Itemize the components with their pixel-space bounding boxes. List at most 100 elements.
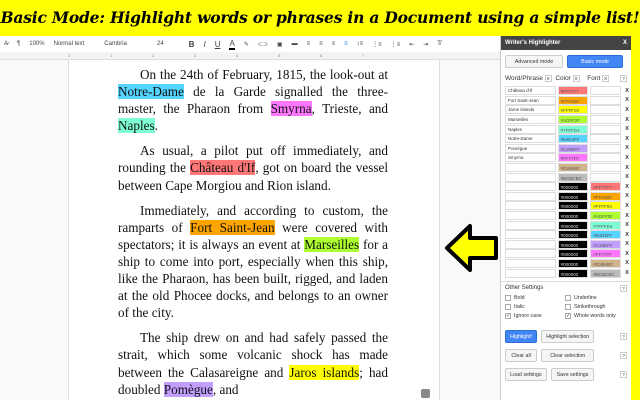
spellcheck-icon[interactable]: A̷ xyxy=(4,41,8,47)
font-color-input[interactable] xyxy=(590,86,622,96)
color-input[interactable]: #000000 xyxy=(557,211,589,221)
delete-row-button[interactable]: X xyxy=(623,107,631,113)
word-input[interactable] xyxy=(505,258,556,268)
word-input[interactable] xyxy=(505,230,556,240)
word-input[interactable] xyxy=(505,220,556,230)
word-input[interactable] xyxy=(505,163,556,173)
color-input[interactable]: #000000 xyxy=(557,220,589,230)
color-input[interactable]: #FFFF00 xyxy=(557,105,589,115)
font-color-input[interactable]: #FF7777 xyxy=(590,182,622,192)
color-input[interactable]: #000000 xyxy=(557,268,589,278)
align-right-icon[interactable]: ≡ xyxy=(332,41,336,47)
word-input[interactable] xyxy=(505,211,556,221)
strikethrough-checkbox[interactable]: Strikethrough xyxy=(565,303,625,312)
word-input[interactable]: Marseilles xyxy=(505,115,556,125)
numbered-list-icon[interactable]: ⋮≡ xyxy=(372,41,382,48)
word-input[interactable]: Pomègue xyxy=(505,143,556,153)
delete-row-button[interactable]: X xyxy=(623,165,631,171)
delete-row-button[interactable]: X xyxy=(623,232,631,238)
word-input[interactable] xyxy=(505,172,556,182)
delete-row-button[interactable]: X xyxy=(623,155,631,161)
delete-row-button[interactable]: X xyxy=(623,145,631,151)
delete-row-button[interactable]: X xyxy=(623,213,631,219)
clear-colors-button[interactable]: X xyxy=(572,75,580,82)
load-save-help-button[interactable]: ? xyxy=(620,370,627,378)
delete-row-button[interactable]: X xyxy=(623,222,631,228)
document-page[interactable]: On the 24th of February, 1815, the look-… xyxy=(68,60,440,400)
image-icon[interactable]: ▬ xyxy=(292,41,298,47)
add-comment-icon[interactable] xyxy=(421,389,430,398)
italic-button[interactable]: I xyxy=(203,40,205,49)
font-size-select[interactable]: 24 xyxy=(157,41,164,47)
color-input[interactable]: #000000 xyxy=(557,230,589,240)
color-input[interactable]: #000000 xyxy=(557,239,589,249)
word-input[interactable] xyxy=(505,182,556,192)
delete-row-button[interactable]: X xyxy=(623,193,631,199)
delete-row-button[interactable]: X xyxy=(623,126,631,132)
word-input[interactable] xyxy=(505,191,556,201)
clear-format-icon[interactable]: T̸ xyxy=(437,41,441,47)
color-input[interactable]: #000000 xyxy=(557,182,589,192)
italic-checkbox[interactable]: Italic xyxy=(505,303,565,312)
highlight-color-icon[interactable]: ✎ xyxy=(244,41,249,48)
bold-checkbox[interactable]: Bold xyxy=(505,294,565,303)
color-input[interactable]: #ADFF2F xyxy=(557,115,589,125)
delete-row-button[interactable]: X xyxy=(623,251,631,257)
whole-words-checkbox[interactable]: ✓ Whole words only xyxy=(565,312,625,321)
link-icon[interactable]: ⊂⊃ xyxy=(258,41,268,48)
word-input[interactable]: Château d'If xyxy=(505,86,556,96)
delete-row-button[interactable]: X xyxy=(623,117,631,123)
font-color-input[interactable]: #FF77FF xyxy=(590,249,622,259)
color-input[interactable]: #000000 xyxy=(557,249,589,259)
bulleted-list-icon[interactable]: ⋮≡ xyxy=(391,41,401,48)
font-color-input[interactable]: #ADFF2F xyxy=(590,211,622,221)
font-color-input[interactable] xyxy=(590,124,622,134)
clear-all-button[interactable]: Clear all xyxy=(505,348,538,362)
clear-words-button[interactable]: X xyxy=(544,75,552,82)
line-spacing-icon[interactable]: ↕≡ xyxy=(357,41,364,47)
font-color-input[interactable] xyxy=(590,95,622,105)
paint-format-icon[interactable]: ¶ xyxy=(17,41,20,47)
outdent-icon[interactable]: ⇥ xyxy=(423,41,428,48)
font-color-input[interactable] xyxy=(590,115,622,125)
color-input[interactable]: #FFA500 xyxy=(557,95,589,105)
ignore-case-checkbox[interactable]: ✓ Ignore case xyxy=(505,312,565,321)
justify-icon[interactable]: ≡ xyxy=(344,41,348,47)
word-input[interactable]: Jaros islands xyxy=(505,105,556,115)
font-color-input[interactable] xyxy=(590,105,622,115)
font-color-input[interactable] xyxy=(590,134,622,144)
text-color-button[interactable]: A xyxy=(229,39,235,50)
font-color-input[interactable]: #FFA500 xyxy=(590,191,622,201)
delete-row-button[interactable]: X xyxy=(623,97,631,103)
indent-icon[interactable]: ⇤ xyxy=(409,41,414,48)
word-input[interactable] xyxy=(505,201,556,211)
color-input[interactable]: #C29EFF xyxy=(557,143,589,153)
delete-row-button[interactable]: X xyxy=(623,88,631,94)
ruler[interactable]: 1 1 2 3 4 5 6 7 xyxy=(0,52,500,60)
advanced-mode-button[interactable]: Advanced mode xyxy=(505,55,563,68)
color-input[interactable]: #7FFFD4 xyxy=(557,124,589,134)
word-input[interactable] xyxy=(505,249,556,259)
delete-row-button[interactable]: X xyxy=(623,203,631,209)
font-color-input[interactable] xyxy=(590,172,622,182)
document-text[interactable]: On the 24th of February, 1815, the look-… xyxy=(118,66,388,406)
font-color-input[interactable]: #54D4FF xyxy=(590,230,622,240)
clear-fonts-button[interactable]: X xyxy=(602,75,610,82)
color-input[interactable]: #54D4FF xyxy=(557,134,589,144)
font-select[interactable]: Cambria xyxy=(104,41,127,47)
save-settings-button[interactable]: Save settings xyxy=(550,367,595,381)
delete-row-button[interactable]: X xyxy=(623,174,631,180)
delete-row-button[interactable]: X xyxy=(623,260,631,266)
align-left-icon[interactable]: ≡ xyxy=(307,41,311,47)
bold-button[interactable]: B xyxy=(189,40,195,49)
clear-help-button[interactable]: ? xyxy=(620,351,627,359)
zoom-select[interactable]: 100% xyxy=(29,41,44,47)
delete-row-button[interactable]: X xyxy=(623,184,631,190)
font-color-input[interactable]: #C29EFF xyxy=(590,239,622,249)
font-color-input[interactable] xyxy=(590,153,622,163)
highlight-button[interactable]: Highlight! xyxy=(505,329,538,343)
color-input[interactable]: #BCBCBC xyxy=(557,172,589,182)
load-settings-button[interactable]: Load settings xyxy=(505,367,547,381)
basic-mode-button[interactable]: Basic mode xyxy=(567,55,623,68)
font-color-input[interactable]: #BCBCBC xyxy=(590,268,622,278)
